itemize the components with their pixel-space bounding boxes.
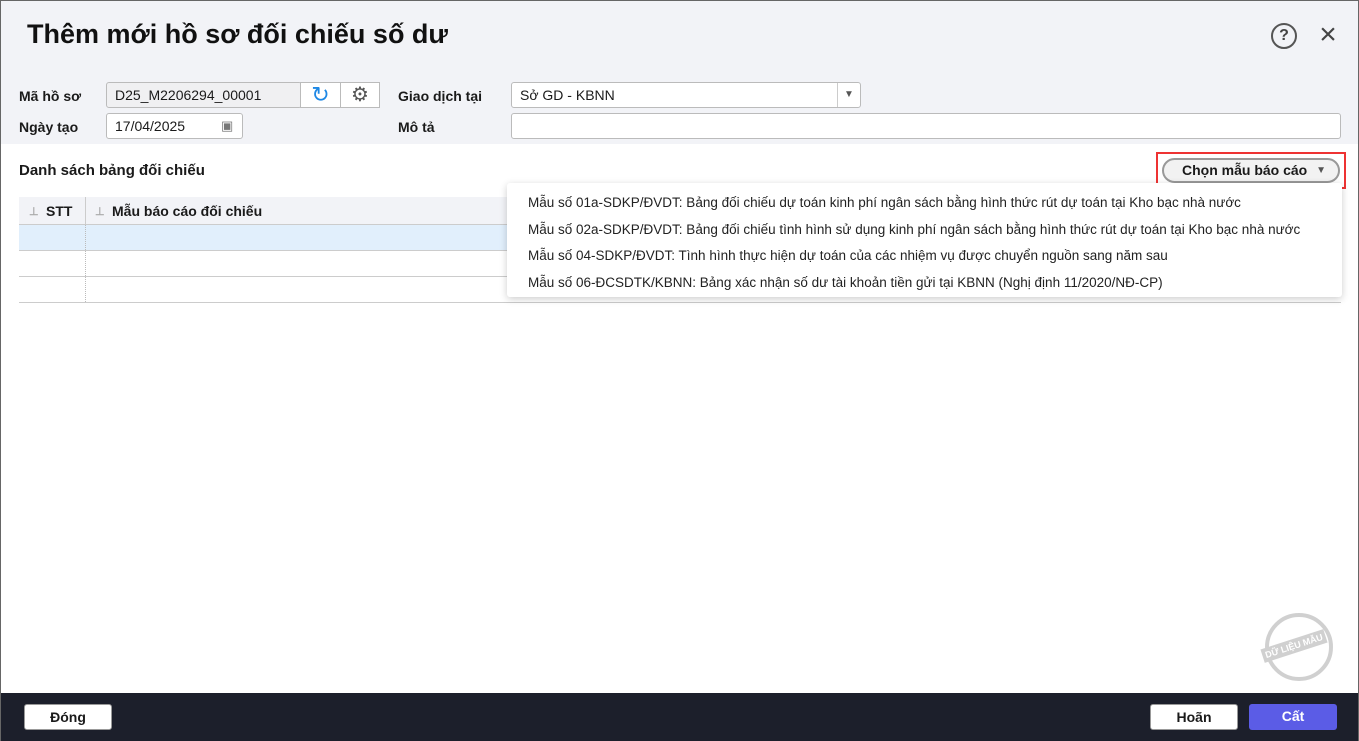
pin-icon[interactable]: ⊥: [29, 205, 39, 218]
chevron-down-icon[interactable]: ▼: [837, 83, 860, 107]
save-button[interactable]: Cất: [1249, 704, 1337, 730]
mo-ta-input[interactable]: [511, 113, 1341, 139]
help-icon[interactable]: ?: [1271, 23, 1297, 49]
sample-data-stamp: DỮ LIỆU MẪU: [1260, 613, 1333, 681]
stamp-text: DỮ LIỆU MẪU: [1260, 629, 1328, 663]
gear-icon[interactable]: ⚙: [340, 82, 380, 108]
section-title: Danh sách bảng đối chiếu: [19, 162, 205, 179]
header-mau-bao-cao[interactable]: Mẫu báo cáo đối chiếu: [112, 203, 262, 219]
calendar-icon[interactable]: ▣: [221, 118, 233, 134]
menu-item-06[interactable]: Mẫu số 06-ĐCSDTK/KBNN: Bảng xác nhận số …: [507, 270, 1342, 297]
caret-down-icon: ▼: [1316, 165, 1326, 176]
cancel-button[interactable]: Hoãn: [1150, 704, 1238, 730]
ma-ho-so-input[interactable]: D25_M2206294_00001: [106, 82, 302, 108]
pin-icon[interactable]: ⊥: [95, 205, 105, 218]
footer: Đóng Hoãn Cất: [1, 693, 1358, 741]
choose-template-label: Chọn mẫu báo cáo: [1182, 162, 1308, 178]
close-icon[interactable]: ×: [1315, 20, 1341, 50]
giao-dich-select[interactable]: Sở GD - KBNN: [511, 82, 861, 108]
menu-item-01a[interactable]: Mẫu số 01a-SDKP/ĐVDT: Bảng đối chiếu dự …: [507, 190, 1342, 217]
mo-ta-label: Mô tả: [398, 119, 435, 135]
refresh-icon[interactable]: ↻: [300, 82, 341, 108]
dialog-title: Thêm mới hồ sơ đối chiếu số dư: [27, 19, 448, 49]
header-stt[interactable]: STT: [46, 203, 72, 219]
menu-item-02a[interactable]: Mẫu số 02a-SDKP/ĐVDT: Bảng đối chiếu tìn…: [507, 217, 1342, 244]
giao-dich-label: Giao dịch tại: [398, 88, 483, 104]
ma-ho-so-label: Mã hồ sơ: [19, 88, 82, 104]
close-button[interactable]: Đóng: [24, 704, 112, 730]
template-dropdown-menu: Mẫu số 01a-SDKP/ĐVDT: Bảng đối chiếu dự …: [507, 183, 1342, 297]
menu-item-04[interactable]: Mẫu số 04-SDKP/ĐVDT: Tình hình thực hiện…: [507, 243, 1342, 270]
ngay-tao-label: Ngày tạo: [19, 119, 79, 135]
choose-template-button[interactable]: Chọn mẫu báo cáo ▼: [1162, 158, 1340, 183]
